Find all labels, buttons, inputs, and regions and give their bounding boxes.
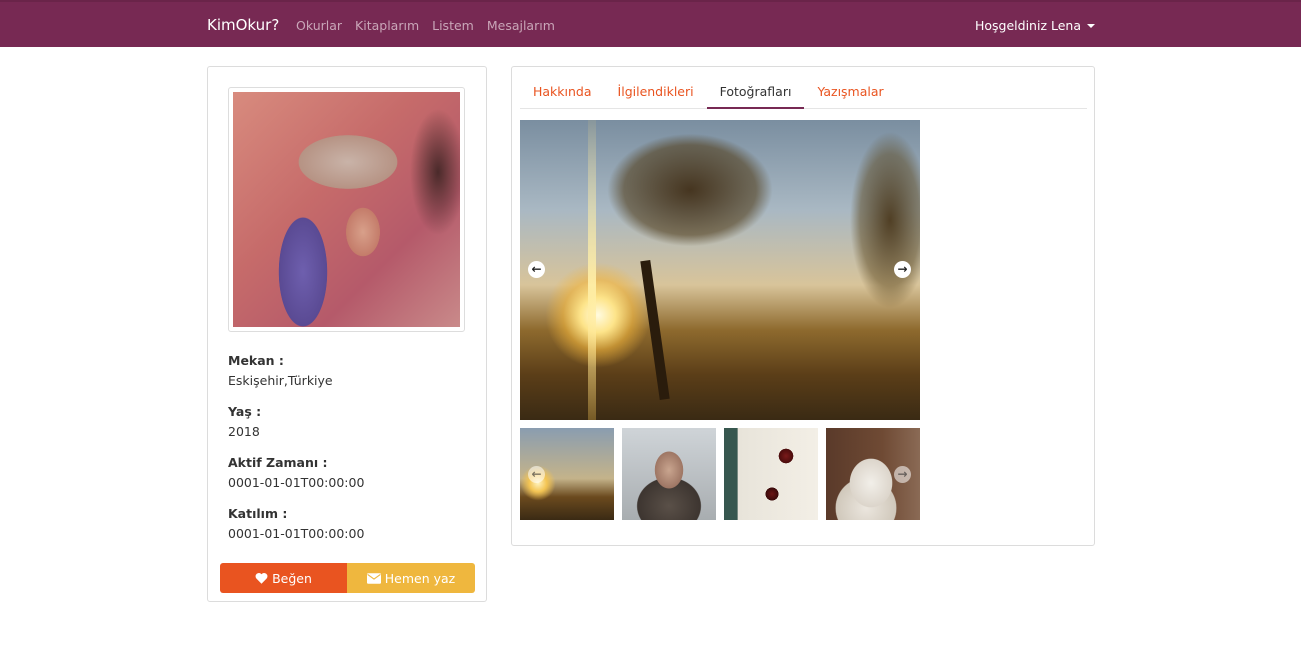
- write-message-button-label: Hemen yaz: [384, 570, 456, 586]
- nav-link-listem[interactable]: Listem: [432, 18, 474, 33]
- profile-card: Mekan : Eskişehir,Türkiye Yaş : 2018 Akt…: [207, 66, 487, 602]
- arrow-left-circle-icon[interactable]: ←: [528, 261, 545, 278]
- tab-interests[interactable]: İlgilendikleri: [605, 75, 707, 109]
- profile-tabs: Hakkında İlgilendikleri Fotoğrafları Yaz…: [520, 75, 1087, 109]
- nav-link-mesajlarim[interactable]: Mesajlarım: [487, 18, 555, 33]
- tab-photos[interactable]: Fotoğrafları: [706, 75, 805, 109]
- field-joined-value: 0001-01-01T00:00:00: [228, 526, 365, 541]
- content-card: Hakkında İlgilendikleri Fotoğrafları Yaz…: [511, 66, 1095, 546]
- envelope-icon: [366, 572, 381, 584]
- field-joined-label: Katılım :: [228, 506, 288, 521]
- nav-link-kitaplarim[interactable]: Kitaplarım: [355, 18, 419, 33]
- navbar: KimOkur? Okurlar Kitaplarım Listem Mesaj…: [0, 0, 1301, 47]
- photo-tree-trunk: [640, 259, 670, 401]
- photo-tree-canopy: [580, 120, 800, 280]
- photo-tree-right: [830, 120, 920, 350]
- field-age-label: Yaş :: [228, 404, 262, 419]
- caret-down-icon: [1087, 24, 1095, 28]
- avatar-frame: [228, 87, 465, 332]
- field-joined: Katılım : 0001-01-01T00:00:00: [228, 506, 364, 541]
- field-active-time-label: Aktif Zamanı :: [228, 455, 328, 470]
- user-menu-dropdown[interactable]: Hoşgeldiniz Lena: [975, 18, 1095, 33]
- thumbnail-sunset-tree[interactable]: ←: [520, 428, 614, 520]
- thumb-next-icon[interactable]: →: [894, 466, 911, 483]
- field-active-time-value: 0001-01-01T00:00:00: [228, 475, 365, 490]
- field-age: Yaş : 2018: [228, 404, 261, 439]
- photo-sun-streak: [588, 120, 596, 420]
- nav-link-okurlar[interactable]: Okurlar: [296, 18, 342, 33]
- thumbnail-white-cat[interactable]: →: [826, 428, 920, 520]
- thumbnail-roses[interactable]: [724, 428, 818, 520]
- arrow-right-circle-icon[interactable]: →: [894, 261, 911, 278]
- tab-about[interactable]: Hakkında: [520, 75, 605, 109]
- write-message-button[interactable]: Hemen yaz: [347, 563, 475, 593]
- thumb-prev-icon[interactable]: ←: [528, 466, 545, 483]
- field-location: Mekan : Eskişehir,Türkiye: [228, 353, 333, 388]
- thumbnail-man-in-snow[interactable]: [622, 428, 716, 520]
- field-location-value: Eskişehir,Türkiye: [228, 373, 333, 388]
- tab-messages[interactable]: Yazışmalar: [804, 75, 896, 109]
- gallery-thumbnails: ← →: [520, 428, 920, 520]
- nav-links: Okurlar Kitaplarım Listem Mesajlarım: [296, 18, 555, 33]
- like-button[interactable]: Beğen: [220, 563, 347, 593]
- heart-icon: [255, 573, 268, 584]
- user-menu-label: Hoşgeldiniz Lena: [974, 18, 1081, 33]
- brand-link[interactable]: KimOkur?: [207, 16, 279, 34]
- gallery-main-photo: ← →: [520, 120, 920, 420]
- profile-photo: [233, 92, 460, 327]
- field-location-label: Mekan :: [228, 353, 284, 368]
- like-button-label: Beğen: [272, 570, 312, 586]
- field-active-time: Aktif Zamanı : 0001-01-01T00:00:00: [228, 455, 364, 490]
- field-age-value: 2018: [228, 424, 260, 439]
